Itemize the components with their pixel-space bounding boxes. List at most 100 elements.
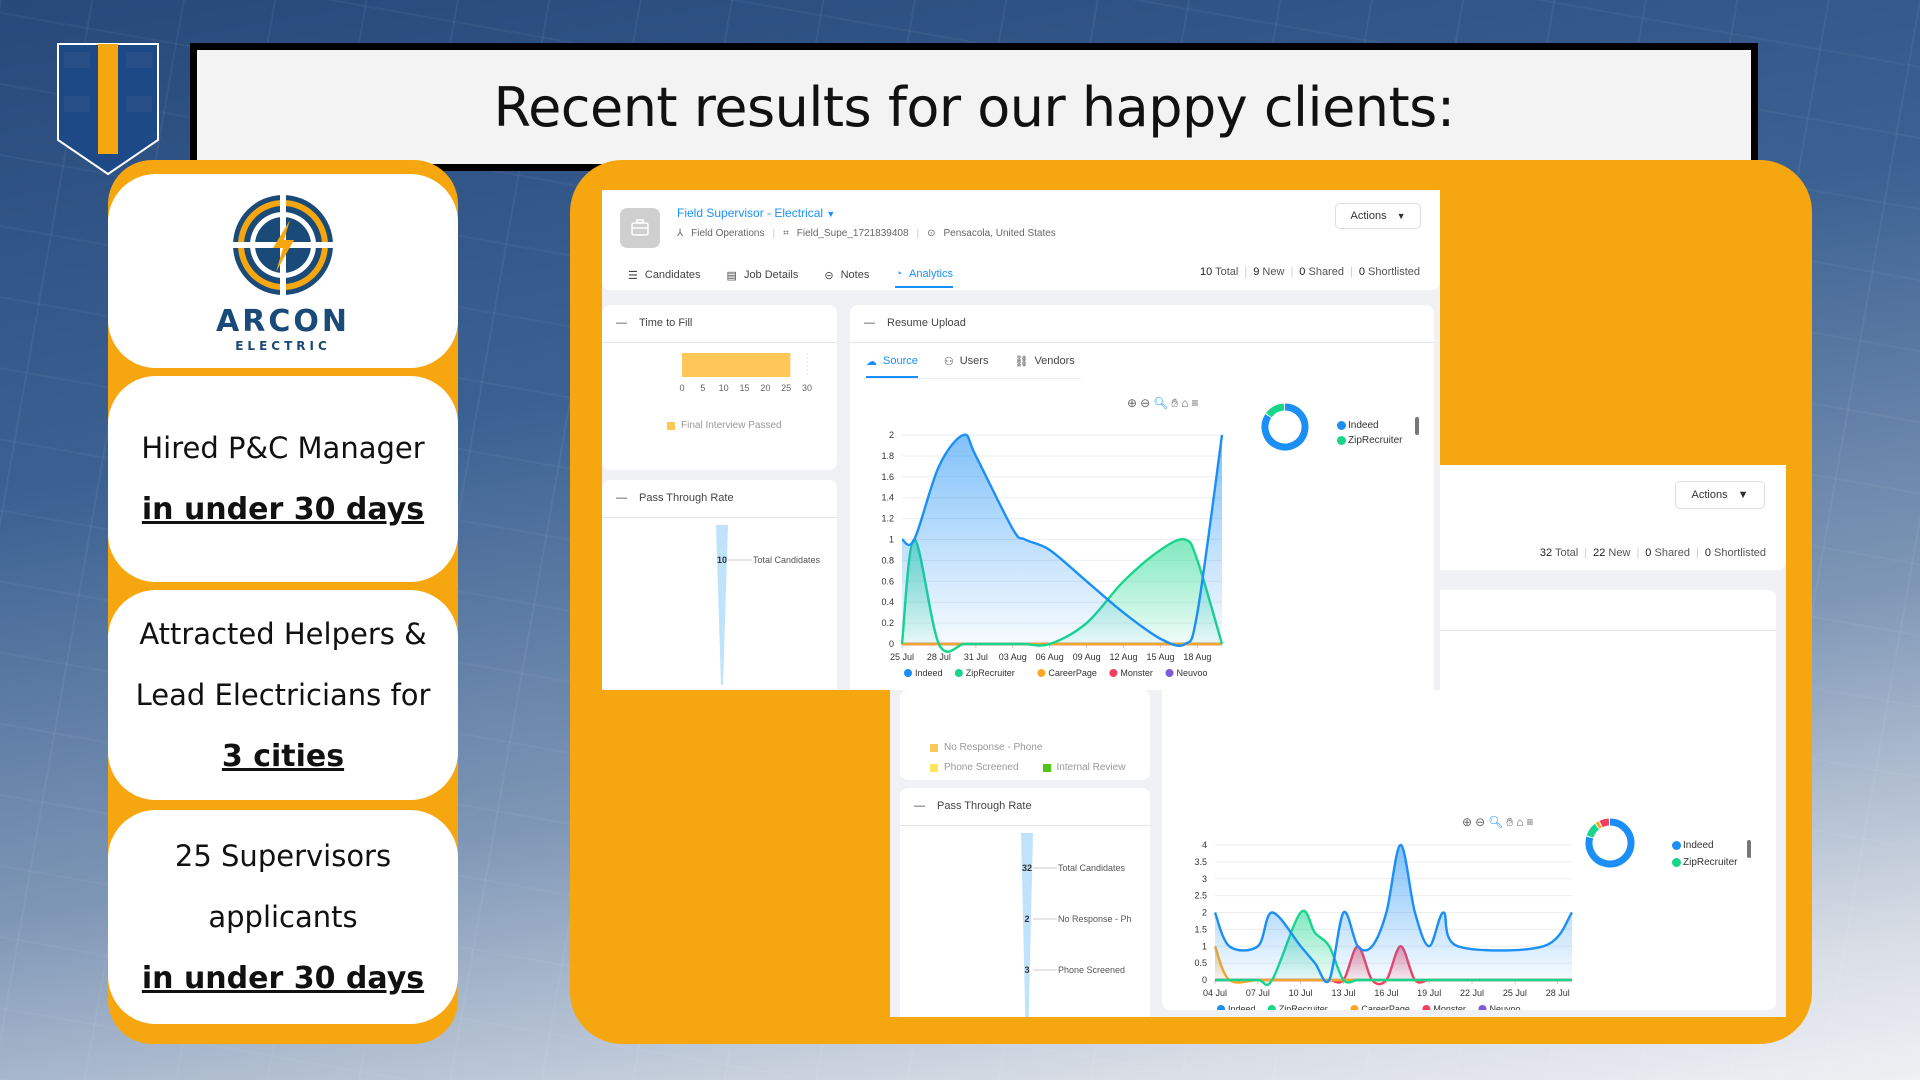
bar-final-interview-passed xyxy=(682,353,791,377)
home-icon[interactable]: ⌂ xyxy=(1181,396,1188,411)
magnifier-icon[interactable]: 🔍︎ xyxy=(1488,815,1503,830)
tab-users[interactable]: ⚇ Users xyxy=(944,355,989,378)
y-tick-label: 2 xyxy=(889,430,894,440)
legend-item[interactable]: Indeed xyxy=(1337,420,1379,431)
y-tick-label: 1.4 xyxy=(881,493,894,503)
count-label: Shared xyxy=(1308,266,1344,278)
funnel-label: Phone Screened xyxy=(1058,965,1125,975)
legend-item[interactable]: ZipRecruiter xyxy=(1672,857,1737,868)
legend-scrollbar[interactable] xyxy=(1747,840,1751,858)
legend-item[interactable]: Indeed xyxy=(1672,840,1714,851)
donut-slice-ziprecruiter xyxy=(1265,403,1285,418)
legend-item[interactable]: ZipRecruiter xyxy=(1337,435,1402,446)
collapse-icon[interactable]: — xyxy=(616,492,627,504)
result-card: Attracted Helpers & Lead Electricians fo… xyxy=(108,590,458,800)
document-icon: ▤ xyxy=(726,269,737,282)
y-tick-label: 1.6 xyxy=(881,472,894,482)
collapse-icon[interactable]: — xyxy=(616,317,627,329)
actions-button[interactable]: Actions ▼ xyxy=(1675,481,1765,509)
donut-legend: Indeed ZipRecruiter xyxy=(1337,420,1402,446)
caret-down-icon: ▼ xyxy=(1396,211,1406,221)
collapse-icon[interactable]: — xyxy=(864,317,875,329)
job-title-dropdown[interactable]: Field Supervisor - Electrical ▼ xyxy=(677,206,835,220)
legend-marker xyxy=(954,669,963,677)
job-tabs: ☰ Candidates ▤ Job Details ⊝ Notes ◔ Analyti… xyxy=(628,268,954,288)
count-label: Shared xyxy=(1654,547,1690,559)
legend-label: Monster xyxy=(1433,1004,1466,1010)
code-icon: ⌗ xyxy=(783,228,789,239)
x-tick-label: 16 Jul xyxy=(1374,988,1398,998)
pie-chart-icon: ◔ xyxy=(895,268,902,280)
funnel-value: 10 xyxy=(717,555,727,565)
pan-icon[interactable]: ✋︎ xyxy=(1506,815,1513,830)
x-tick-label: 10 Jul xyxy=(1289,988,1313,998)
x-tick-label: 20 xyxy=(760,383,770,393)
tab-analytics[interactable]: ◔ Analytics xyxy=(895,268,954,288)
legend-marker xyxy=(1165,669,1174,677)
home-icon[interactable]: ⌂ xyxy=(1516,815,1523,830)
tab-source[interactable]: ☁ Source xyxy=(866,355,918,378)
users-icon: ⚇ xyxy=(943,356,954,368)
zoom-out-icon[interactable]: ⊖ xyxy=(1140,396,1150,411)
legend-label: Neuvoo xyxy=(1490,1004,1521,1010)
donut-legend: Indeed ZipRecruiter xyxy=(1672,840,1737,868)
y-tick-label: 0 xyxy=(1202,975,1207,985)
zoom-in-icon[interactable]: ⊕ xyxy=(1462,815,1472,830)
caret-down-icon: ▼ xyxy=(826,209,836,219)
funnel-value: 3 xyxy=(1024,965,1029,975)
tab-label: Users xyxy=(959,355,989,367)
magnifier-icon[interactable]: 🔍︎ xyxy=(1153,396,1168,411)
menu-icon[interactable]: ≡ xyxy=(1191,396,1198,411)
funnel-shape xyxy=(716,525,728,685)
x-tick-label: 15 xyxy=(739,383,749,393)
tab-notes[interactable]: ⊝ Notes xyxy=(824,268,869,288)
x-tick-label: 06 Aug xyxy=(1036,652,1064,662)
count-new: 9 xyxy=(1253,266,1260,278)
legend-label: Indeed xyxy=(1683,840,1714,851)
tab-job-details[interactable]: ▤ Job Details xyxy=(727,268,799,288)
legend-label: No Response - Phone xyxy=(944,742,1043,753)
list-icon: ☰ xyxy=(628,269,638,282)
tab-label: Candidates xyxy=(644,269,701,281)
tab-label: Analytics xyxy=(908,268,954,280)
legend-label: ZipRecruiter xyxy=(1683,857,1738,868)
x-tick-label: 07 Jul xyxy=(1246,988,1270,998)
pan-icon[interactable]: ✋︎ xyxy=(1171,396,1178,411)
legend-label: ZipRecruiter xyxy=(1279,1004,1328,1010)
chat-icon: ⊝ xyxy=(824,269,834,282)
funnel-label: Total Candidates xyxy=(753,555,821,565)
actions-button[interactable]: Actions ▼ xyxy=(1335,203,1421,229)
source-donut-chart xyxy=(1585,818,1635,868)
funnel-chart: 10 Total Candidates xyxy=(716,525,821,685)
legend: Phone Screened Internal Review xyxy=(930,762,1125,773)
tab-vendors[interactable]: ⛓ Vendors xyxy=(1014,355,1074,378)
resume-upload-tabs: ☁ Source ⚇ Users ⛓ Vendors xyxy=(866,355,1081,379)
collapse-icon[interactable]: — xyxy=(914,800,925,812)
count-label: New xyxy=(1262,266,1285,278)
department: Field Operations xyxy=(691,228,765,239)
pass-through-panel: — Pass Through Rate 10 Total Candidates xyxy=(602,480,837,690)
zoom-in-icon[interactable]: ⊕ xyxy=(1127,396,1137,411)
x-tick-label: 30 xyxy=(802,383,812,393)
x-tick-label: 28 Jul xyxy=(927,652,951,662)
menu-icon[interactable]: ≡ xyxy=(1526,815,1533,830)
zoom-out-icon[interactable]: ⊖ xyxy=(1475,815,1485,830)
count-new: 22 xyxy=(1593,547,1606,559)
tab-candidates[interactable]: ☰ Candidates xyxy=(628,268,701,288)
panel-title-text: Pass Through Rate xyxy=(639,492,734,504)
job-header: Field Supervisor - Electrical ▼ ⅄ Field O… xyxy=(602,190,1440,290)
legend-label: Internal Review xyxy=(1056,762,1126,773)
y-tick-label: 0 xyxy=(889,639,894,649)
job-code: Field_Supe_1721839408 xyxy=(796,228,909,239)
cloud-upload-icon: ☁ xyxy=(866,356,877,368)
y-tick-label: 1 xyxy=(889,535,894,545)
y-tick-label: 3 xyxy=(1202,874,1207,884)
location: Pensacola, United States xyxy=(943,228,1056,239)
count-shared: 0 xyxy=(1299,266,1306,278)
result-text: Lead Electricians for xyxy=(135,677,431,712)
x-tick-label: 22 Jul xyxy=(1460,988,1484,998)
x-tick-label: 31 Jul xyxy=(964,652,988,662)
legend-scrollbar[interactable] xyxy=(1415,417,1419,435)
pass-through-panel: — Pass Through Rate 32 Total Candidates 2 No… xyxy=(900,788,1150,1017)
tab-label: Job Details xyxy=(743,269,799,281)
